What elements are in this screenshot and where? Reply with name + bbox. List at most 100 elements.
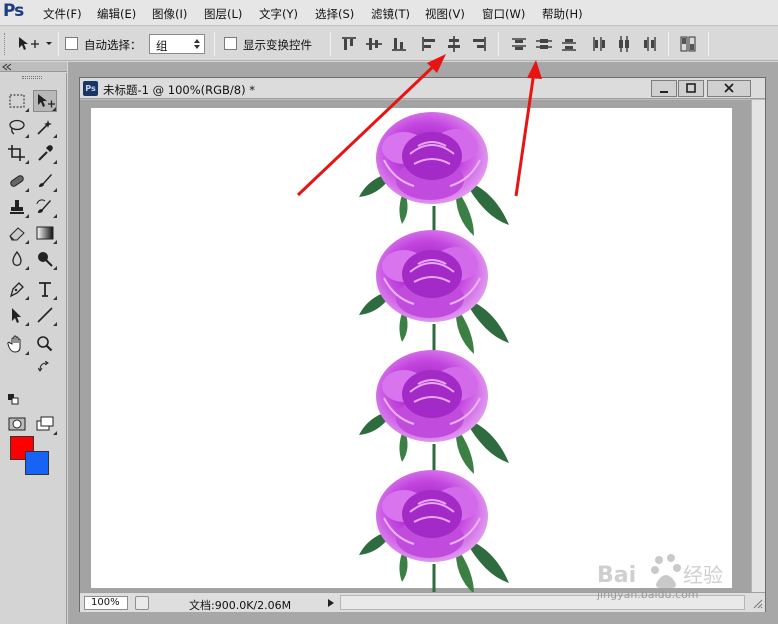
- dodge-tool[interactable]: [33, 248, 57, 270]
- distribute-horizontal-centers-icon[interactable]: [615, 35, 633, 53]
- default-colors-icon[interactable]: [7, 393, 19, 405]
- screen-mode-button[interactable]: [33, 413, 57, 435]
- close-icon: [724, 83, 734, 93]
- separator: [330, 32, 331, 56]
- menu-filter[interactable]: 滤镜(T): [371, 6, 410, 22]
- minimize-button[interactable]: [651, 80, 677, 97]
- eyedropper-tool[interactable]: [33, 142, 57, 164]
- separator: [498, 32, 499, 56]
- minimize-icon: [660, 91, 668, 93]
- brush-tool[interactable]: [33, 170, 57, 192]
- vertical-scrollbar[interactable]: [751, 100, 765, 592]
- toolbox: [0, 73, 67, 624]
- menu-edit[interactable]: 编辑(E): [97, 6, 136, 22]
- pen-icon: [9, 282, 24, 298]
- line-tool[interactable]: [33, 304, 57, 326]
- lasso-tool[interactable]: [5, 116, 29, 138]
- align-left-edges-icon[interactable]: [420, 35, 438, 53]
- quick-mask-button[interactable]: [5, 413, 29, 435]
- clone-stamp-tool[interactable]: [5, 196, 29, 218]
- close-button[interactable]: [707, 80, 751, 97]
- status-menu-arrow-icon[interactable]: [325, 596, 337, 610]
- menu-select[interactable]: 选择(S): [315, 6, 354, 22]
- menu-image[interactable]: 图像(I): [152, 6, 187, 22]
- maximize-icon: [686, 83, 696, 93]
- type-icon: [39, 282, 51, 297]
- crop-icon: [8, 145, 25, 161]
- history-brush-icon: [36, 199, 51, 213]
- line-icon: [37, 307, 53, 323]
- healing-brush-tool[interactable]: [5, 170, 29, 192]
- maximize-button[interactable]: [678, 80, 704, 97]
- distribute-bottom-edges-icon[interactable]: [560, 35, 578, 53]
- show-transform-checkbox[interactable]: [224, 37, 237, 50]
- bandage-icon: [10, 175, 24, 187]
- water-drop-icon: [12, 250, 22, 266]
- menu-window[interactable]: 窗口(W): [482, 6, 525, 22]
- align-right-edges-icon[interactable]: [470, 35, 488, 53]
- canvas-area[interactable]: [80, 100, 765, 596]
- peony-flower-image: [357, 228, 511, 356]
- menu-bar: Ps 文件(F) 编辑(E) 图像(I) 图层(L) 文字(Y) 选择(S) 滤…: [0, 0, 778, 26]
- status-info-icon[interactable]: [135, 596, 149, 610]
- auto-select-dropdown[interactable]: 组: [149, 34, 205, 54]
- tool-preset-picker[interactable]: [16, 35, 56, 53]
- path-selection-tool[interactable]: [5, 304, 29, 326]
- background-color-swatch[interactable]: [25, 451, 49, 475]
- menu-help[interactable]: 帮助(H): [542, 6, 583, 22]
- align-vertical-centers-icon[interactable]: [365, 35, 383, 53]
- hand-tool[interactable]: [5, 333, 29, 355]
- align-horizontal-centers-icon[interactable]: [445, 35, 463, 53]
- zoom-tool[interactable]: [33, 333, 57, 355]
- move-tool-icon: [19, 37, 52, 50]
- peony-flower-image: [357, 110, 511, 238]
- menu-type[interactable]: 文字(Y): [259, 6, 298, 22]
- separator: [214, 32, 215, 56]
- menu-layer[interactable]: 图层(L): [204, 6, 242, 22]
- distribute-right-edges-icon[interactable]: [640, 35, 658, 53]
- gradient-tool[interactable]: [33, 222, 57, 244]
- auto-align-layers-icon[interactable]: [679, 35, 697, 53]
- distribute-left-edges-icon[interactable]: [590, 35, 608, 53]
- swap-colors-icon[interactable]: [38, 361, 50, 373]
- zoom-level-field[interactable]: 100%: [84, 596, 128, 610]
- history-brush-tool[interactable]: [33, 196, 57, 218]
- align-bottom-edges-icon[interactable]: [390, 35, 408, 53]
- updown-arrow-icon: [194, 39, 200, 49]
- menu-view[interactable]: 视图(V): [425, 6, 465, 22]
- eraser-icon: [9, 227, 25, 241]
- toolbox-grip[interactable]: [22, 76, 42, 79]
- watermark-url: jingyan.baidu.com: [597, 588, 699, 601]
- eraser-tool[interactable]: [5, 222, 29, 244]
- show-transform-label: 显示变换控件: [243, 38, 312, 52]
- distribute-vertical-centers-icon[interactable]: [535, 35, 553, 53]
- options-bar-grip[interactable]: [4, 33, 7, 55]
- align-top-edges-icon[interactable]: [340, 35, 358, 53]
- app-logo: Ps: [3, 1, 24, 21]
- dodge-icon: [38, 252, 53, 267]
- blur-tool[interactable]: [5, 248, 29, 270]
- move-tool[interactable]: [33, 90, 57, 112]
- document-size-info: 文档:900.0K/2.06M: [189, 599, 292, 612]
- quick-mask-icon: [8, 417, 26, 431]
- type-tool[interactable]: [33, 278, 57, 300]
- collapse-icon: [2, 63, 12, 71]
- auto-select-value: 组: [156, 39, 168, 53]
- auto-select-label: 自动选择：: [84, 38, 142, 52]
- menu-file[interactable]: 文件(F): [43, 6, 82, 22]
- separator: [708, 32, 709, 56]
- document-title-bar[interactable]: Ps 未标题-1 @ 100%(RGB/8) *: [80, 78, 765, 99]
- marquee-tool[interactable]: [5, 90, 29, 112]
- magic-wand-tool[interactable]: [33, 116, 57, 138]
- svg-text:经验: 经验: [683, 563, 723, 587]
- peony-flower-image: [357, 348, 511, 476]
- toolbox-header[interactable]: [0, 62, 67, 72]
- distribute-top-edges-icon[interactable]: [510, 35, 528, 53]
- crop-tool[interactable]: [5, 142, 29, 164]
- auto-select-checkbox[interactable]: [65, 37, 78, 50]
- gradient-icon: [36, 226, 54, 240]
- svg-text:Bai: Bai: [597, 563, 636, 588]
- document-canvas[interactable]: [91, 108, 732, 596]
- pen-tool[interactable]: [5, 278, 29, 300]
- marquee-icon: [9, 94, 25, 108]
